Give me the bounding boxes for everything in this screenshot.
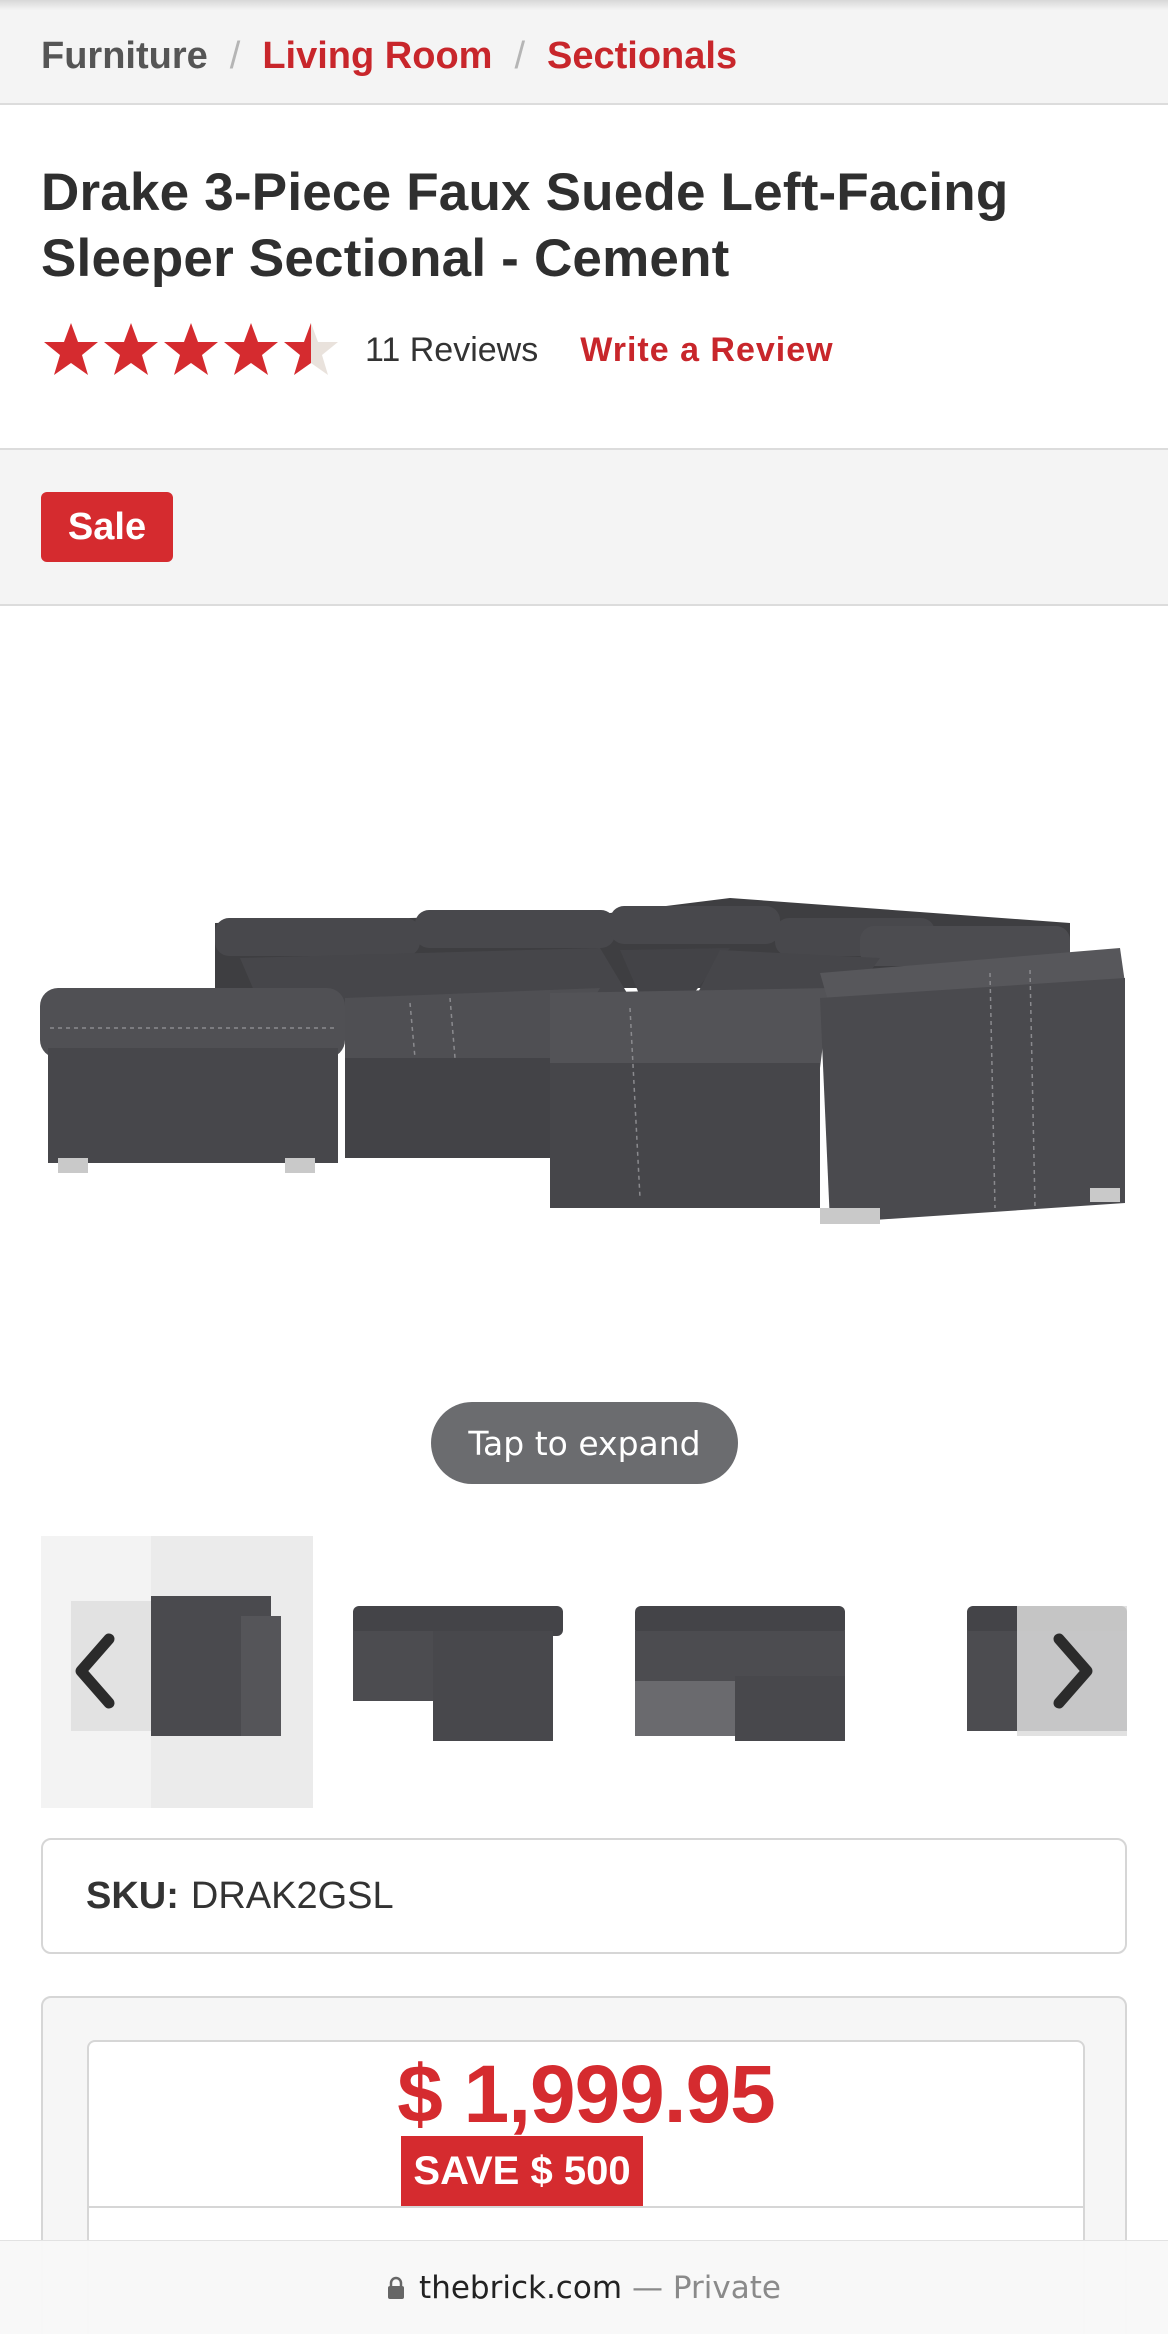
thumbnail-image [353, 1606, 563, 1741]
sku-value: DRAK2GSL [190, 1874, 394, 1917]
breadcrumb-sectionals[interactable]: Sectionals [547, 35, 737, 78]
star-rating[interactable] [41, 320, 341, 380]
divider [89, 2206, 1083, 2208]
breadcrumb-separator: / [514, 35, 526, 77]
breadcrumb: Furniture / Living Room / Sectionals [0, 10, 1168, 105]
product-image-viewer[interactable]: Tap to expand [0, 608, 1168, 1508]
star-icon [164, 323, 218, 375]
gallery-next-button[interactable] [1017, 1606, 1127, 1736]
breadcrumb-separator: / [229, 35, 241, 77]
sale-banner: Sale [0, 448, 1168, 606]
product-image [40, 898, 1125, 1224]
chevron-right-icon [1053, 1633, 1093, 1709]
product-title: Drake 3-Piece Faux Suede Left-Facing Sle… [41, 163, 1009, 288]
breadcrumb-furniture[interactable]: Furniture [41, 35, 208, 78]
product-rating: 11 Reviews Write a Review [41, 318, 834, 382]
star-icon [44, 323, 98, 375]
thumbnail-3[interactable] [605, 1536, 877, 1808]
sale-badge: Sale [41, 492, 173, 562]
sku-box: SKU: DRAK2GSL [41, 1838, 1127, 1954]
browser-url-bar[interactable]: thebrick.com — Private [0, 2240, 1168, 2334]
star-icon [224, 323, 278, 375]
gallery-prev-button[interactable] [41, 1606, 151, 1736]
chevron-left-icon [75, 1633, 115, 1709]
breadcrumb-living-room[interactable]: Living Room [262, 35, 492, 78]
url-domain: thebrick.com [419, 2269, 623, 2306]
thumbnail-2[interactable] [323, 1536, 595, 1808]
lock-icon [388, 2276, 405, 2299]
half-star-icon [284, 323, 338, 375]
sale-price: $ 1,999.95 [397, 2049, 776, 2140]
thumbnail-carousel [41, 1536, 1127, 1808]
savings-badge: SAVE $ 500 [401, 2136, 643, 2206]
private-label: — Private [632, 2269, 781, 2306]
tap-to-expand-button[interactable]: Tap to expand [431, 1402, 738, 1484]
sku-label: SKU: [86, 1874, 179, 1917]
star-icon [104, 323, 158, 375]
thumbnail-1[interactable] [41, 1536, 313, 1808]
thumbnail-image [635, 1606, 845, 1741]
reviews-count-link[interactable]: 11 Reviews [365, 331, 538, 370]
browser-top-edge [0, 0, 1168, 10]
write-review-link[interactable]: Write a Review [580, 331, 833, 370]
